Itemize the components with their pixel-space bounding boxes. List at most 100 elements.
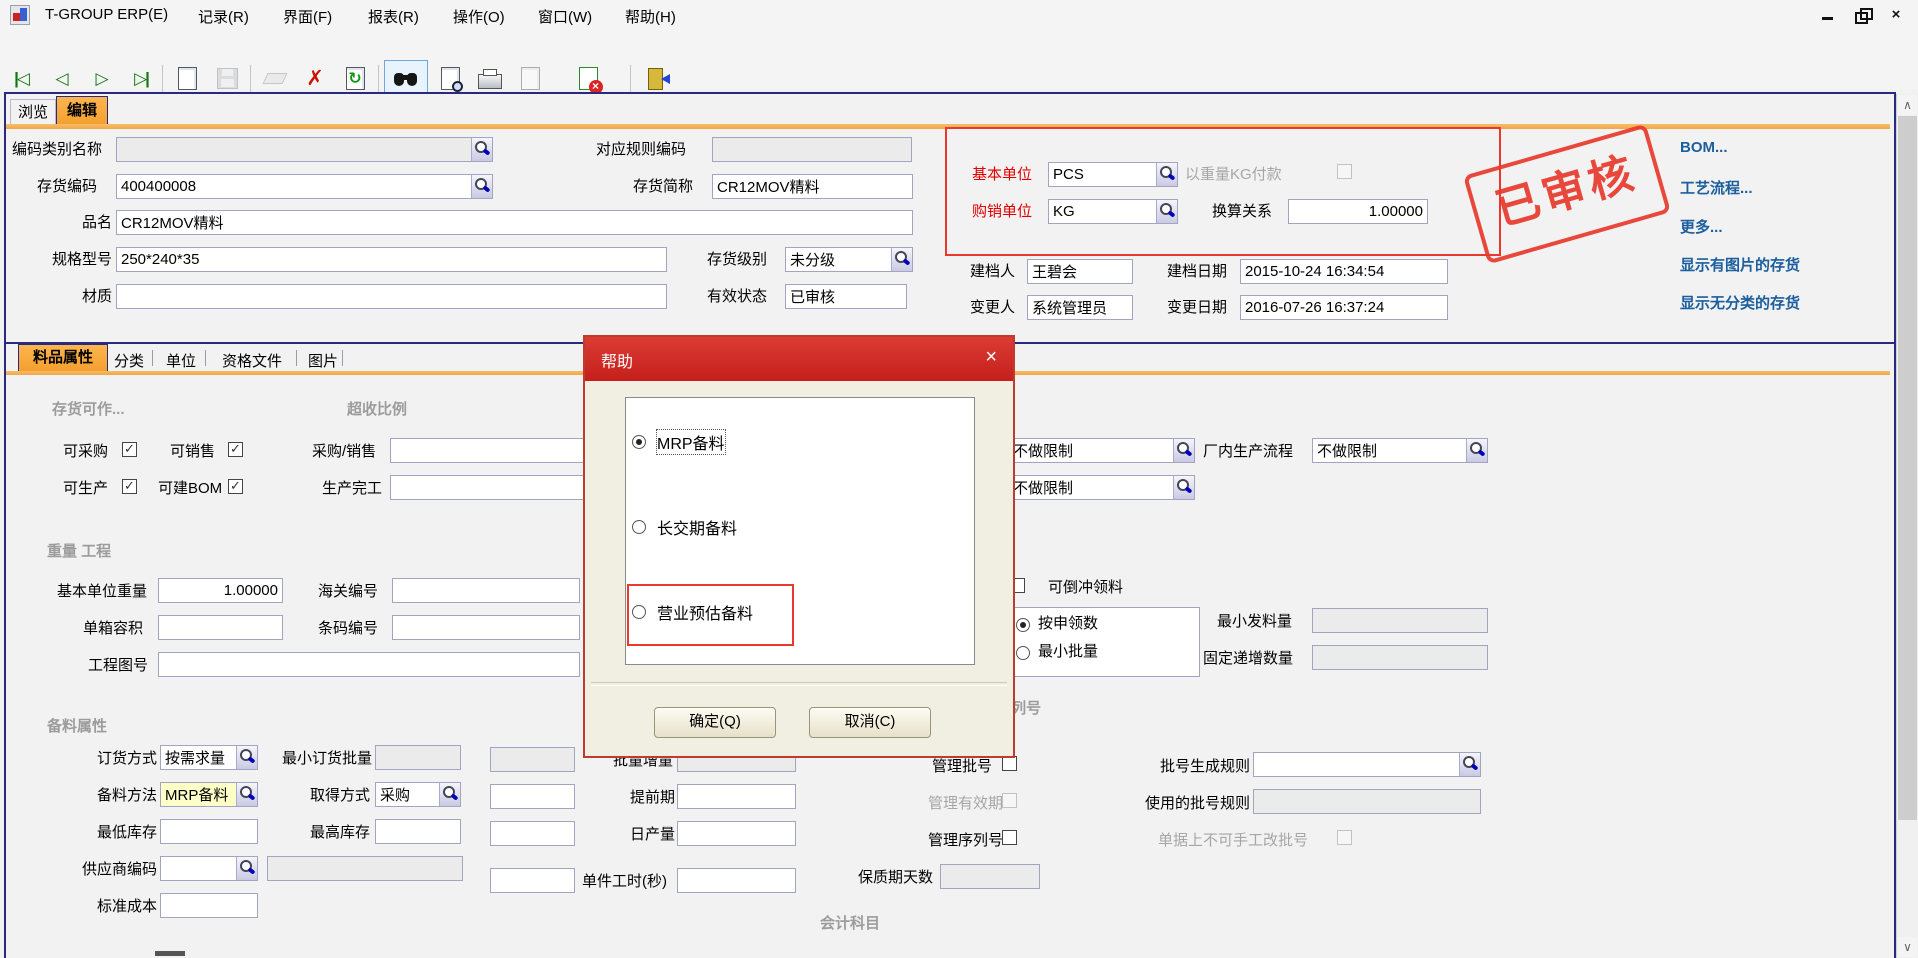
lookup-icon[interactable] <box>471 175 492 198</box>
max-stock-field[interactable] <box>375 819 461 844</box>
subtab-item-attrs[interactable]: 料品属性 <box>18 344 108 371</box>
link-bom[interactable]: BOM... <box>1680 139 1728 156</box>
cancel-button[interactable]: 取消(C) <box>809 707 931 738</box>
material-field[interactable] <box>116 284 667 309</box>
scrollbar-thumb[interactable] <box>1898 116 1917 820</box>
daily-out-field[interactable] <box>677 821 796 846</box>
mng-valid-checkbox[interactable] <box>1002 793 1017 808</box>
pay-by-kg-checkbox[interactable] <box>1337 164 1352 179</box>
customs-field[interactable] <box>392 578 580 603</box>
menu-help[interactable]: 帮助(H) <box>625 6 676 27</box>
window-minimize-icon[interactable] <box>1820 7 1836 23</box>
link-show-unclassified[interactable]: 显示无分类的存货 <box>1680 292 1800 313</box>
create-date-field[interactable]: 2015-10-24 16:34:54 <box>1240 259 1448 284</box>
bomable-checkbox[interactable] <box>228 479 243 494</box>
unit-weight-field[interactable]: 1.00000 <box>158 578 283 603</box>
conversion-field[interactable]: 1.00000 <box>1288 199 1428 224</box>
subtab-unit[interactable]: 单位 <box>166 350 196 371</box>
scroll-up-icon[interactable]: ∧ <box>1898 95 1917 115</box>
lookup-icon[interactable] <box>1459 753 1480 776</box>
limit-dropdown-1[interactable]: 不做限制 <box>1008 438 1195 463</box>
unit-hours-field[interactable] <box>677 868 796 893</box>
prep-method-field[interactable]: MRP备料 <box>160 782 258 807</box>
link-process-flow[interactable]: 工艺流程... <box>1680 177 1753 198</box>
option-radio-long-lead[interactable] <box>632 520 646 534</box>
lead-time-field[interactable] <box>677 784 796 809</box>
mng-serial-checkbox[interactable] <box>1002 830 1017 845</box>
buyable-checkbox[interactable] <box>122 442 137 457</box>
mng-batch-checkbox[interactable] <box>1002 756 1017 771</box>
std-cost-field[interactable] <box>160 893 258 918</box>
window-close-icon[interactable]: × <box>1888 7 1904 23</box>
inv-code-field[interactable]: 400400008 <box>116 174 493 199</box>
name-field[interactable]: CR12MOV精料 <box>116 210 913 235</box>
dialog-titlebar[interactable]: 帮助 × <box>585 337 1013 381</box>
batch-rule-field[interactable] <box>1253 752 1481 777</box>
prod-done-ratio-field[interactable] <box>390 475 595 500</box>
menu-app[interactable]: T-GROUP ERP(E) <box>45 6 168 23</box>
trade-unit-field[interactable]: KG <box>1048 199 1178 224</box>
lookup-icon[interactable] <box>1156 200 1177 223</box>
vertical-scrollbar[interactable]: ∧ ∨ <box>1896 94 1918 958</box>
level-field[interactable]: 未分级 <box>785 247 913 272</box>
spec-field[interactable]: 250*240*35 <box>116 247 667 272</box>
lookup-icon[interactable] <box>236 857 257 880</box>
aux-field[interactable] <box>490 747 575 772</box>
min-stock-field[interactable] <box>160 819 258 844</box>
producible-checkbox[interactable] <box>122 479 137 494</box>
menu-window[interactable]: 窗口(W) <box>538 6 592 27</box>
min-order-field[interactable] <box>375 745 461 770</box>
link-more[interactable]: 更多... <box>1680 216 1723 237</box>
status-field[interactable]: 已审核 <box>785 284 907 309</box>
modifier-field[interactable]: 系统管理员 <box>1027 295 1133 320</box>
fixed-inc-field[interactable] <box>1312 645 1488 670</box>
menu-record[interactable]: 记录(R) <box>198 6 249 27</box>
subtab-category[interactable]: 分类 <box>114 350 144 371</box>
lookup-icon[interactable] <box>1173 439 1194 462</box>
no-manual-checkbox[interactable] <box>1337 830 1352 845</box>
ok-button[interactable]: 确定(Q) <box>654 707 776 738</box>
creator-field[interactable]: 王碧会 <box>1027 259 1133 284</box>
barcode-field[interactable] <box>392 615 580 640</box>
code-type-field[interactable] <box>116 137 493 162</box>
rule-code-field[interactable] <box>712 137 912 162</box>
subtab-qualification[interactable]: 资格文件 <box>222 350 282 371</box>
supplier-field[interactable] <box>160 856 258 881</box>
window-restore-icon[interactable] <box>1854 7 1870 23</box>
menu-report[interactable]: 报表(R) <box>368 6 419 27</box>
supplier-name-field[interactable] <box>267 856 463 881</box>
lookup-icon[interactable] <box>1173 476 1194 499</box>
by-request-radio[interactable] <box>1016 618 1030 632</box>
used-rule-field[interactable] <box>1253 789 1481 814</box>
option-label-long-lead[interactable]: 长交期备料 <box>657 515 737 539</box>
lookup-icon[interactable] <box>1466 439 1487 462</box>
limit-dropdown-2[interactable]: 不做限制 <box>1008 475 1195 500</box>
lookup-icon[interactable] <box>439 783 460 806</box>
link-show-with-image[interactable]: 显示有图片的存货 <box>1680 254 1800 275</box>
lookup-icon[interactable] <box>236 746 257 769</box>
factory-flow-field[interactable]: 不做限制 <box>1312 438 1488 463</box>
lookup-icon[interactable] <box>891 248 912 271</box>
modify-date-field[interactable]: 2016-07-26 16:37:24 <box>1240 295 1448 320</box>
scroll-down-icon[interactable]: ∨ <box>1898 937 1917 957</box>
menu-action[interactable]: 操作(O) <box>453 6 505 27</box>
subtab-image[interactable]: 图片 <box>308 350 338 371</box>
acquire-field[interactable]: 采购 <box>375 782 461 807</box>
drawing-field[interactable] <box>158 652 580 677</box>
sellable-checkbox[interactable] <box>228 442 243 457</box>
shelf-days-field[interactable] <box>940 864 1040 889</box>
base-unit-field[interactable]: PCS <box>1048 162 1178 187</box>
min-issue-field[interactable] <box>1312 608 1488 633</box>
order-mode-field[interactable]: 按需求量 <box>160 745 258 770</box>
option-radio-mrp[interactable] <box>632 435 646 449</box>
tab-edit[interactable]: 编辑 <box>56 96 108 125</box>
aux-field[interactable] <box>490 821 575 846</box>
option-label-mrp[interactable]: MRP备料 <box>657 430 725 454</box>
buy-sell-ratio-field[interactable] <box>390 438 595 463</box>
lookup-icon[interactable] <box>236 783 257 806</box>
min-batch-radio[interactable] <box>1016 646 1030 660</box>
tab-browse[interactable]: 浏览 <box>10 99 56 125</box>
box-vol-field[interactable] <box>158 615 283 640</box>
aux-field[interactable] <box>490 784 575 809</box>
inv-abbr-field[interactable]: CR12MOV精料 <box>712 174 913 199</box>
